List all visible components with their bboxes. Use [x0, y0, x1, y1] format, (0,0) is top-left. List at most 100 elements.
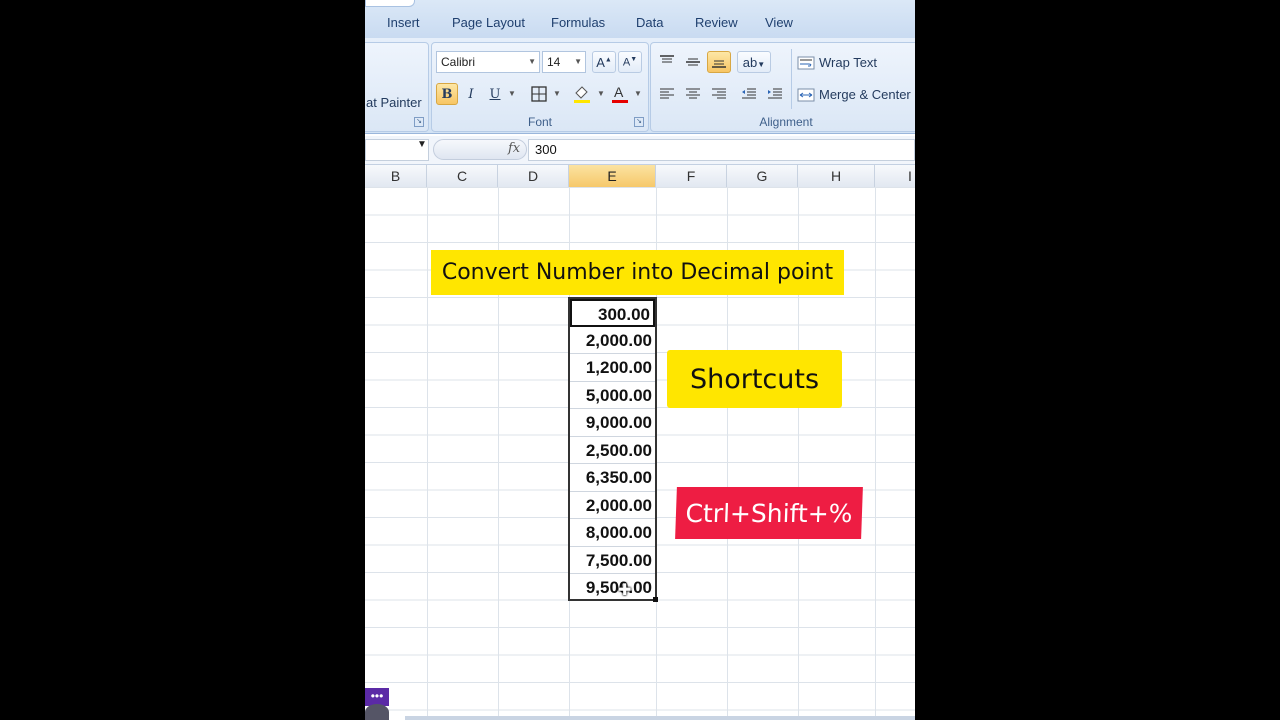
cell-e-value[interactable]: 300.00 — [570, 299, 655, 327]
fill-handle[interactable] — [653, 597, 658, 602]
column-header-h[interactable]: H — [798, 165, 875, 187]
chevron-down-icon[interactable]: ▼ — [634, 89, 642, 98]
tab-view[interactable]: View — [765, 15, 793, 30]
shortcuts-callout: Shortcuts — [667, 350, 842, 408]
align-center-icon — [686, 88, 700, 99]
tab-data[interactable]: Data — [636, 15, 663, 30]
column-header-c[interactable]: C — [427, 165, 498, 187]
cell-e-value[interactable]: 5,000.00 — [570, 382, 655, 410]
cell-e-value[interactable]: 9,000.00 — [570, 409, 655, 437]
underline-button[interactable]: U — [484, 83, 506, 105]
column-header-d[interactable]: D — [498, 165, 569, 187]
italic-button[interactable]: I — [460, 83, 482, 105]
avatar — [365, 704, 389, 720]
tab-home-edge[interactable] — [365, 0, 415, 7]
shrink-font-icon: A▼ — [622, 55, 638, 69]
align-left-icon — [660, 88, 674, 99]
cell-e-value[interactable]: 2,500.00 — [570, 437, 655, 465]
tab-insert[interactable]: Insert — [387, 15, 420, 30]
font-group-label: Font — [527, 115, 552, 129]
excel-window: Insert Page Layout Formulas Data Review … — [365, 0, 915, 720]
tab-page-layout[interactable]: Page Layout — [452, 15, 525, 30]
tab-review[interactable]: Review — [695, 15, 738, 30]
chevron-down-icon[interactable]: ▼ — [417, 139, 427, 150]
fx-icon[interactable]: fx — [508, 141, 520, 156]
decrease-indent-icon — [742, 88, 756, 99]
font-size-value: 14 — [547, 55, 561, 69]
column-headers: B C D E F G H I — [365, 165, 915, 188]
merge-center-label: Merge & Center — [819, 87, 911, 102]
gridline — [427, 187, 428, 720]
cell-e-value[interactable]: 7,500.00 — [570, 547, 655, 575]
cell-e-value[interactable]: 6,350.00 — [570, 464, 655, 492]
clipboard-group: at Painter ↘ — [365, 42, 429, 132]
font-size-combo[interactable]: 14 ▼ — [542, 51, 586, 73]
align-bottom-icon — [712, 60, 726, 68]
align-bottom-button[interactable] — [707, 51, 731, 73]
tab-formulas[interactable]: Formulas — [551, 15, 605, 30]
wrap-text-icon — [797, 56, 815, 69]
column-header-i[interactable]: I — [875, 165, 915, 187]
chevron-down-icon[interactable]: ▼ — [597, 89, 605, 98]
cell-e-value[interactable]: 2,000.00 — [570, 492, 655, 520]
column-header-b[interactable]: B — [365, 165, 427, 187]
ribbon-tab-bar: Insert Page Layout Formulas Data Review … — [365, 0, 915, 39]
cell-e-value[interactable]: 1,200.00 — [570, 354, 655, 382]
bold-button[interactable]: B — [436, 83, 458, 105]
grow-font-button[interactable]: A▲ — [592, 51, 616, 73]
shrink-font-button[interactable]: A▼ — [618, 51, 642, 73]
title-callout: Convert Number into Decimal point — [431, 250, 844, 295]
align-right-icon — [712, 88, 726, 99]
orientation-icon: ab▼ — [742, 54, 766, 70]
gridline — [875, 187, 876, 720]
format-painter-button[interactable]: at Painter — [366, 95, 422, 110]
formula-input[interactable]: 300 — [528, 139, 915, 161]
cell-e-value[interactable]: 2,000.00 — [570, 327, 655, 355]
cell-e-value[interactable]: 9,500.00 — [570, 574, 655, 602]
selected-range[interactable]: 300.00 2,000.00 1,200.00 5,000.00 9,000.… — [568, 297, 657, 601]
alignment-group: ab▼ Wrap Text Merge & Center Alignment — [650, 42, 915, 132]
font-group: Calibri ▼ 14 ▼ A▲ A▼ B I U ▼ ▼ ▼ A ▼ Fon… — [431, 42, 649, 132]
clipboard-launcher-icon[interactable]: ↘ — [414, 117, 424, 127]
font-color-button[interactable]: A — [608, 83, 632, 105]
merge-center-button[interactable]: Merge & Center — [797, 87, 911, 102]
align-top-button[interactable] — [655, 51, 679, 73]
chevron-down-icon: ▼ — [574, 57, 582, 66]
font-name-combo[interactable]: Calibri ▼ — [436, 51, 540, 73]
fill-color-button[interactable] — [568, 83, 596, 105]
chevron-down-icon[interactable]: ▼ — [553, 89, 561, 98]
group-separator — [791, 49, 792, 109]
sheet-tab-strip[interactable] — [405, 716, 915, 720]
column-header-g[interactable]: G — [727, 165, 798, 187]
chevron-down-icon[interactable]: ▼ — [508, 89, 516, 98]
ribbon: at Painter ↘ Calibri ▼ 14 ▼ A▲ A▼ B I U … — [365, 38, 915, 134]
grow-font-icon: A▲ — [596, 54, 612, 70]
borders-icon — [531, 86, 547, 102]
font-launcher-icon[interactable]: ↘ — [634, 117, 644, 127]
align-left-button[interactable] — [655, 83, 679, 105]
column-header-f[interactable]: F — [656, 165, 727, 187]
borders-button[interactable] — [526, 83, 552, 105]
font-name-value: Calibri — [441, 55, 476, 69]
orientation-button[interactable]: ab▼ — [737, 51, 771, 73]
align-top-icon — [660, 55, 674, 63]
align-middle-icon — [686, 58, 700, 66]
chevron-down-icon: ▼ — [528, 57, 536, 66]
wrap-text-label: Wrap Text — [819, 55, 878, 70]
increase-indent-icon — [768, 88, 782, 99]
svg-text:A: A — [614, 84, 624, 100]
formula-bar: ▼ fx 300 — [365, 136, 915, 165]
align-center-button[interactable] — [681, 83, 705, 105]
wrap-text-button[interactable]: Wrap Text — [797, 55, 877, 70]
cell-e-value[interactable]: 8,000.00 — [570, 519, 655, 547]
font-color-icon: A — [612, 84, 628, 103]
cross-cursor-icon: ✚ — [618, 582, 632, 599]
shortcut-keys-callout: Ctrl+Shift+% — [675, 487, 863, 539]
alignment-group-label: Alignment — [759, 115, 813, 129]
column-header-e[interactable]: E — [569, 165, 656, 187]
increase-indent-button[interactable] — [763, 83, 787, 105]
align-right-button[interactable] — [707, 83, 731, 105]
align-middle-button[interactable] — [681, 51, 705, 73]
fill-color-icon — [574, 86, 590, 103]
decrease-indent-button[interactable] — [737, 83, 761, 105]
